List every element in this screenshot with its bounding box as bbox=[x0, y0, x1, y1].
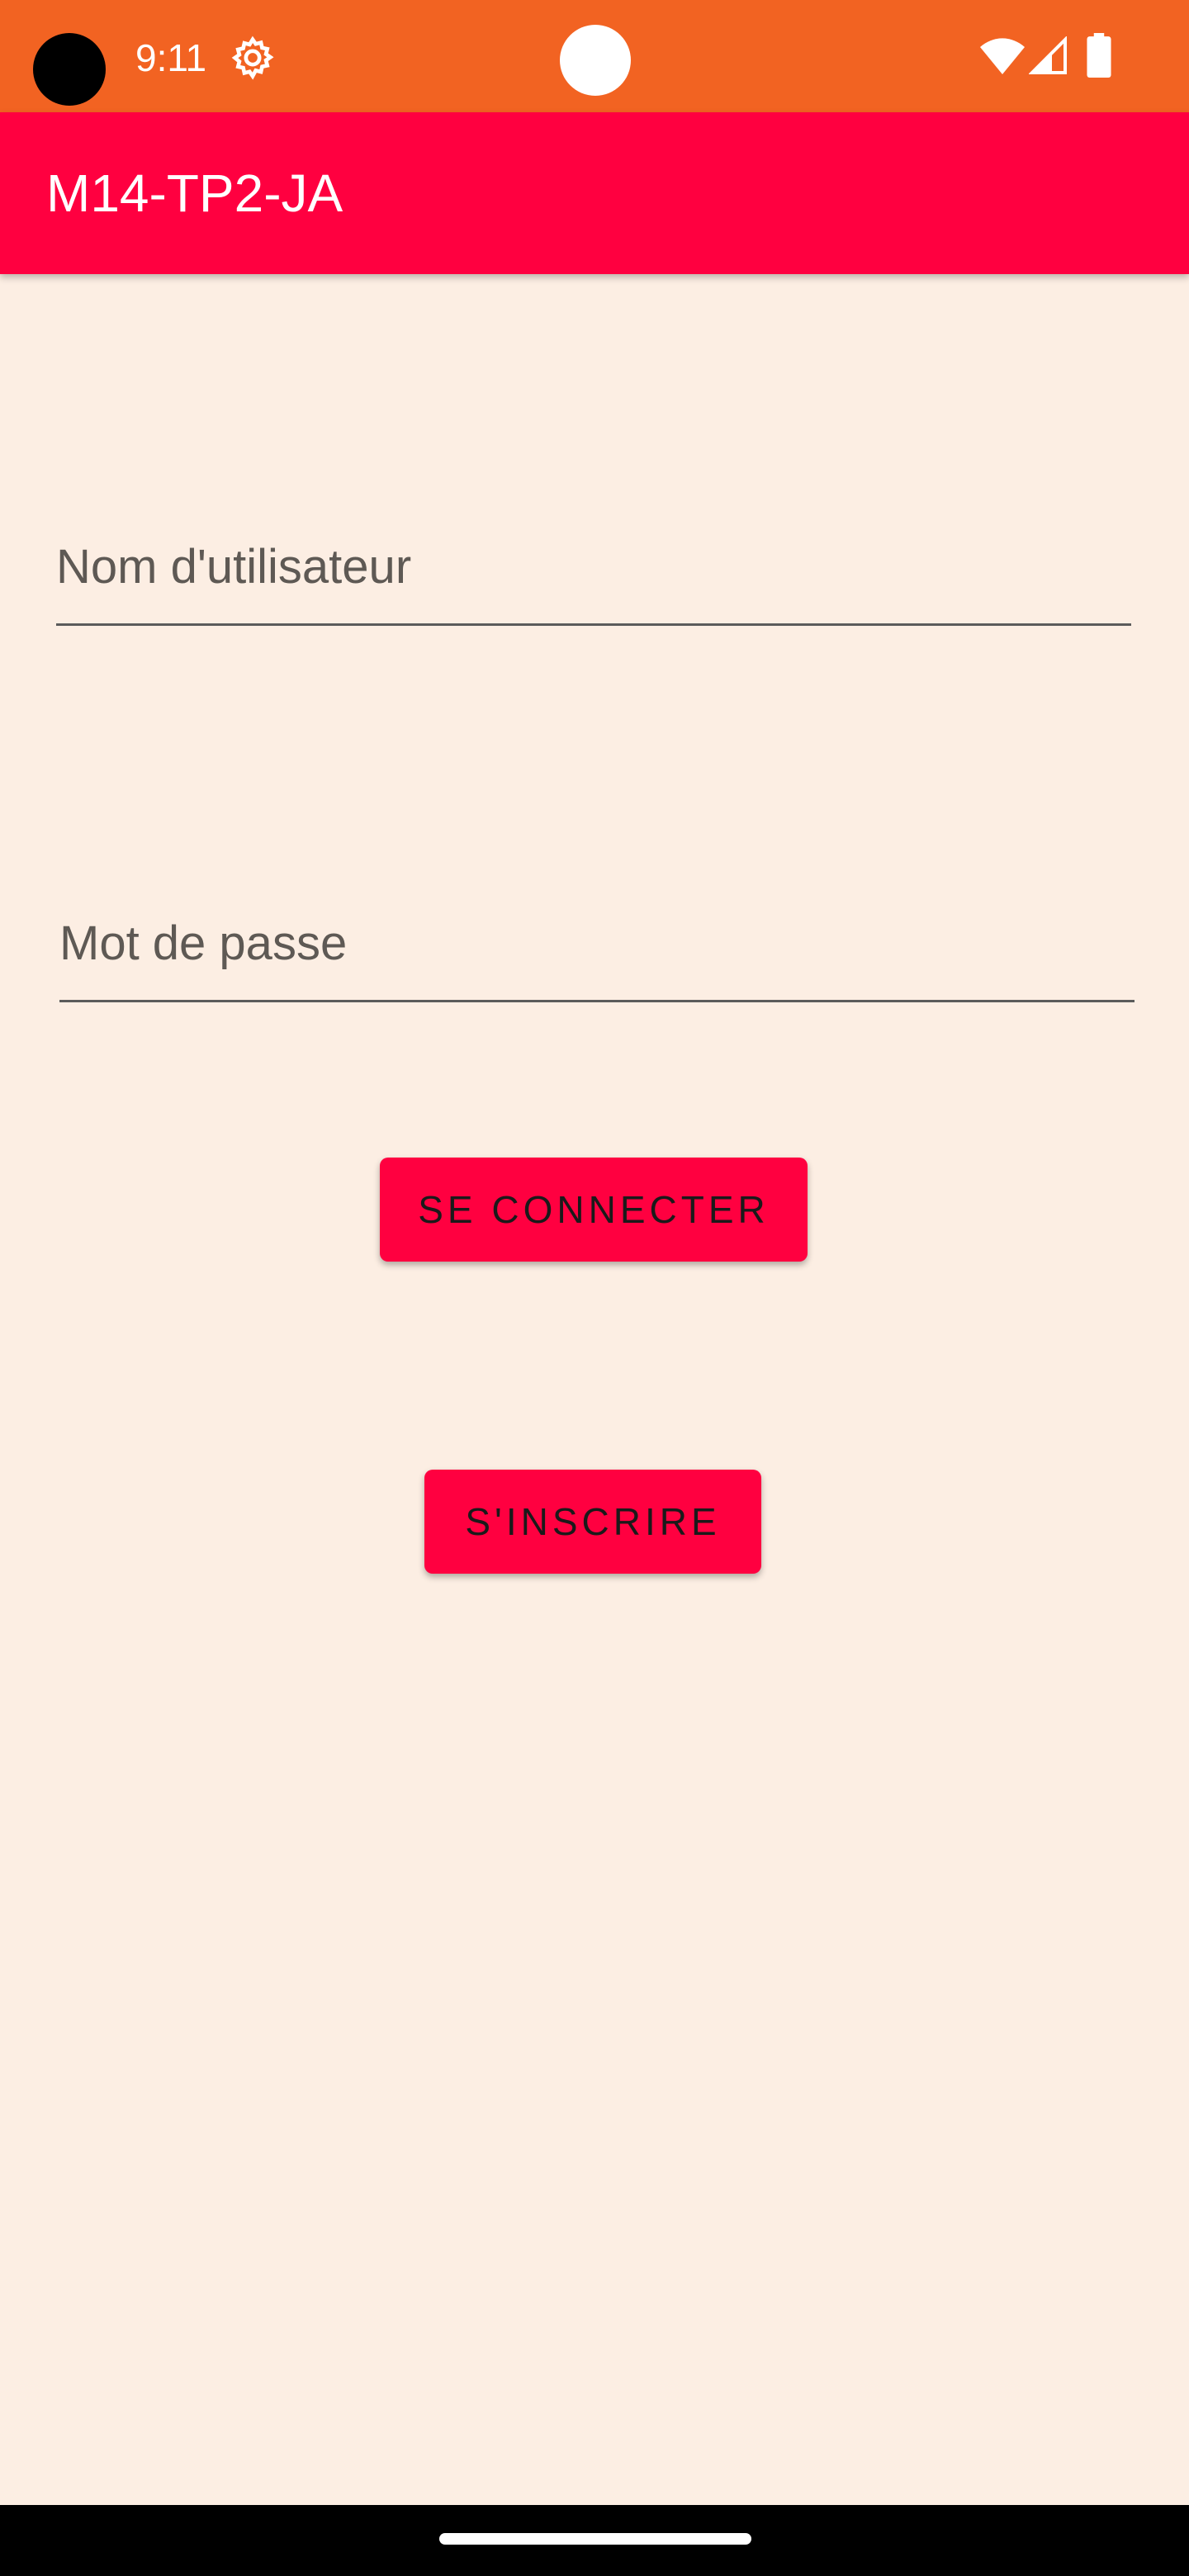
navigation-bar bbox=[0, 2505, 1189, 2576]
status-time: 9:11 bbox=[135, 36, 207, 79]
signal-icon bbox=[1029, 36, 1067, 74]
home-handle[interactable] bbox=[439, 2533, 751, 2545]
username-input[interactable] bbox=[56, 519, 1131, 623]
username-field bbox=[56, 519, 1131, 626]
notification-dot bbox=[560, 25, 631, 96]
signup-button[interactable]: S'INSCRIRE bbox=[424, 1470, 761, 1574]
login-screen: 9:11 M14-TP2-JA SE CONNECTER S'INSCRIRE bbox=[0, 0, 1189, 2576]
camera-cutout bbox=[33, 33, 106, 106]
settings-icon bbox=[231, 36, 274, 80]
password-input[interactable] bbox=[59, 895, 1135, 1000]
app-title: M14-TP2-JA bbox=[46, 163, 343, 223]
password-field bbox=[59, 895, 1135, 1002]
status-bar: 9:11 bbox=[0, 0, 1189, 112]
wifi-icon bbox=[980, 38, 1025, 74]
battery-icon bbox=[1087, 33, 1111, 78]
app-bar: M14-TP2-JA bbox=[0, 112, 1189, 274]
login-button[interactable]: SE CONNECTER bbox=[380, 1158, 808, 1262]
